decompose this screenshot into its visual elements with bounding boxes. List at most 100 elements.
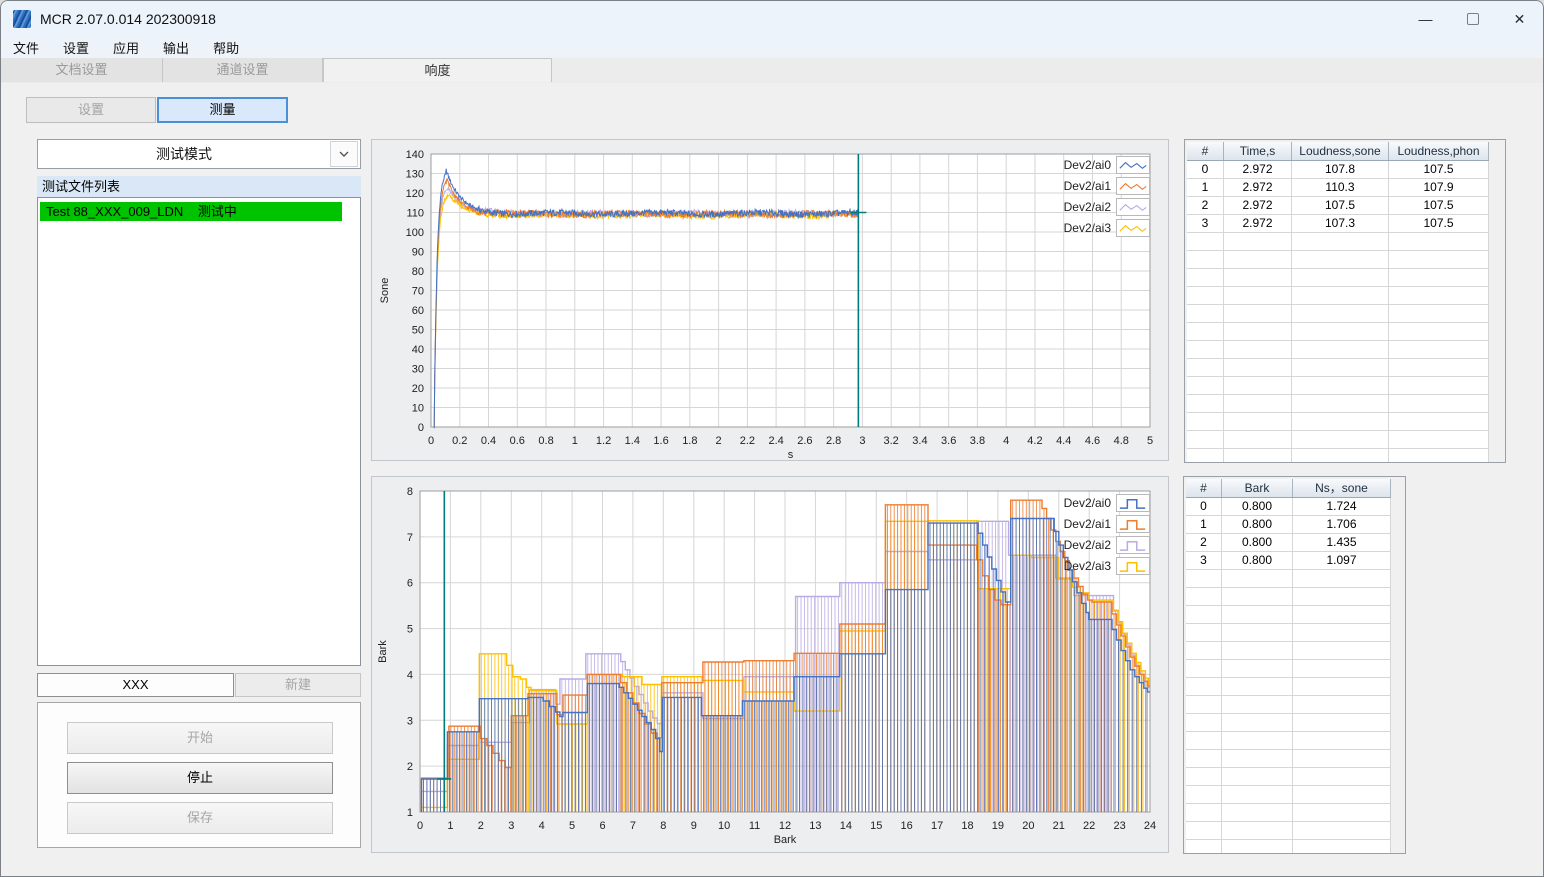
legend-item: Dev2/ai1 bbox=[1064, 175, 1150, 196]
table-row-empty bbox=[1186, 570, 1391, 588]
y-tick-label: 8 bbox=[407, 486, 413, 498]
table-cell bbox=[1186, 642, 1222, 659]
table-row-empty bbox=[1187, 413, 1489, 431]
table-row[interactable]: 2 0.800 1.435 bbox=[1186, 534, 1391, 552]
x-tick-label: 3 bbox=[508, 820, 514, 832]
test-file-listbox[interactable]: Test 88_XXX_009_LDN 测试中 bbox=[37, 197, 361, 666]
legend-label: Dev2/ai0 bbox=[1063, 157, 1111, 172]
x-tick-label: 8 bbox=[660, 820, 666, 832]
y-tick-label: 5 bbox=[407, 624, 413, 636]
y-tick-label: 1 bbox=[407, 807, 413, 819]
table-cell bbox=[1389, 287, 1489, 304]
table-cell: 110.3 bbox=[1292, 179, 1389, 196]
app-logo-icon bbox=[13, 10, 31, 28]
table-cell: 0.800 bbox=[1222, 516, 1293, 533]
table-row-empty bbox=[1187, 305, 1489, 323]
table-cell bbox=[1389, 449, 1489, 462]
x-tick-label: 4.4 bbox=[1056, 435, 1071, 447]
y-tick-label: 0 bbox=[418, 422, 424, 434]
table-cell: 2.972 bbox=[1224, 215, 1292, 232]
table-cell: 2.972 bbox=[1224, 161, 1292, 178]
table-row-empty bbox=[1186, 678, 1391, 696]
table-row[interactable]: 2 2.972 107.5 107.5 bbox=[1187, 197, 1489, 215]
stop-button[interactable]: 停止 bbox=[67, 762, 333, 794]
table-cell bbox=[1224, 413, 1292, 430]
tab-1[interactable]: 通道设置 bbox=[163, 58, 323, 82]
table-cell bbox=[1224, 323, 1292, 340]
column-header: # bbox=[1187, 142, 1224, 160]
table-cell bbox=[1293, 840, 1391, 853]
x-tick-label: 1 bbox=[447, 820, 453, 832]
menu-item-3[interactable]: 输出 bbox=[151, 37, 201, 58]
table-cell bbox=[1293, 570, 1391, 587]
legend-item: Dev2/ai2 bbox=[1064, 534, 1150, 555]
table-cell bbox=[1224, 305, 1292, 322]
xxx-button[interactable]: XXX bbox=[37, 673, 234, 697]
x-tick-label: 21 bbox=[1053, 820, 1065, 832]
menu-item-1[interactable]: 设置 bbox=[51, 37, 101, 58]
settings-subtab-button[interactable]: 设置 bbox=[26, 97, 156, 123]
table-row[interactable]: 3 0.800 1.097 bbox=[1186, 552, 1391, 570]
table-cell bbox=[1389, 359, 1489, 376]
loudness-time-chart[interactable]: 0 0.2 0.4 0.6 0.8 1 1.2 1.4 1.6 1.8 2 2.2 2.4 2.6 2.8 3… bbox=[372, 140, 1168, 461]
test-mode-select[interactable]: 测试模式 bbox=[37, 139, 361, 169]
table-cell bbox=[1293, 768, 1391, 785]
main-content: 设置 测量 测试模式 测试文件列表 Test 88_XXX_009_LDN 测试… bbox=[1, 83, 1543, 876]
test-file-item[interactable]: Test 88_XXX_009_LDN 测试中 bbox=[40, 202, 342, 221]
column-header: # bbox=[1186, 479, 1222, 497]
x-tick-label: 1.6 bbox=[653, 435, 668, 447]
table-row-empty bbox=[1186, 750, 1391, 768]
maximize-button[interactable] bbox=[1449, 1, 1496, 37]
table-row[interactable]: 0 0.800 1.724 bbox=[1186, 498, 1391, 516]
x-tick-label: 4.2 bbox=[1027, 435, 1042, 447]
x-tick-label: 2.6 bbox=[797, 435, 812, 447]
table-cell bbox=[1293, 822, 1391, 839]
y-tick-label: 50 bbox=[412, 325, 424, 337]
y-axis-label: Sone bbox=[379, 278, 391, 304]
legend-label: Dev2/ai1 bbox=[1063, 516, 1111, 531]
table-cell: 2 bbox=[1186, 534, 1222, 551]
bark-spectrum-chart-panel[interactable]: 0 1 2 3 4 5 6 7 8 9 10 11 12 13 14 15 16 17 18 19 20 21 22 23 24… bbox=[371, 476, 1169, 853]
new-button[interactable]: 新建 bbox=[235, 673, 361, 697]
table-cell bbox=[1293, 696, 1391, 713]
table-row[interactable]: 1 0.800 1.706 bbox=[1186, 516, 1391, 534]
menu-item-2[interactable]: 应用 bbox=[101, 37, 151, 58]
table-cell: 3 bbox=[1187, 215, 1224, 232]
table-row-empty bbox=[1187, 377, 1489, 395]
table-cell bbox=[1186, 570, 1222, 587]
table-cell bbox=[1186, 588, 1222, 605]
table-row[interactable]: 0 2.972 107.8 107.5 bbox=[1187, 161, 1489, 179]
x-tick-label: 0 bbox=[417, 820, 423, 832]
table-cell bbox=[1222, 750, 1293, 767]
test-mode-value: 测试模式 bbox=[156, 146, 212, 162]
menu-item-0[interactable]: 文件 bbox=[1, 37, 51, 58]
table-cell bbox=[1222, 642, 1293, 659]
table-cell bbox=[1222, 660, 1293, 677]
table-cell: 107.3 bbox=[1292, 215, 1389, 232]
table-row[interactable]: 1 2.972 110.3 107.9 bbox=[1187, 179, 1489, 197]
table-cell bbox=[1222, 804, 1293, 821]
menu-item-4[interactable]: 帮助 bbox=[201, 37, 251, 58]
table-cell bbox=[1224, 287, 1292, 304]
table-cell bbox=[1293, 732, 1391, 749]
table-cell bbox=[1292, 269, 1389, 286]
table-cell bbox=[1187, 305, 1224, 322]
loudness-time-chart-panel[interactable]: 0 0.2 0.4 0.6 0.8 1 1.2 1.4 1.6 1.8 2 2.2 2.4 2.6 2.8 3… bbox=[371, 139, 1169, 461]
table-cell bbox=[1389, 341, 1489, 358]
table-row-empty bbox=[1187, 341, 1489, 359]
close-button[interactable]: ✕ bbox=[1496, 1, 1543, 37]
bark-spectrum-chart[interactable]: 0 1 2 3 4 5 6 7 8 9 10 11 12 13 14 15 16 17 18 19 20 21 22 23 24… bbox=[372, 477, 1168, 852]
save-button[interactable]: 保存 bbox=[67, 802, 333, 834]
table-cell bbox=[1293, 660, 1391, 677]
x-tick-label: 3.4 bbox=[912, 435, 927, 447]
tab-0[interactable]: 文档设置 bbox=[1, 58, 163, 82]
table-cell bbox=[1389, 431, 1489, 448]
minimize-button[interactable]: — bbox=[1402, 1, 1449, 37]
column-header: Loudness,sone bbox=[1292, 142, 1389, 160]
menu-bar: 文件 设置 应用 输出 帮助 bbox=[1, 37, 1543, 58]
measure-subtab-button[interactable]: 测量 bbox=[157, 97, 288, 123]
table-row[interactable]: 3 2.972 107.3 107.5 bbox=[1187, 215, 1489, 233]
start-button[interactable]: 开始 bbox=[67, 722, 333, 754]
table-cell bbox=[1222, 840, 1293, 853]
tab-2[interactable]: 响度 bbox=[323, 58, 552, 82]
